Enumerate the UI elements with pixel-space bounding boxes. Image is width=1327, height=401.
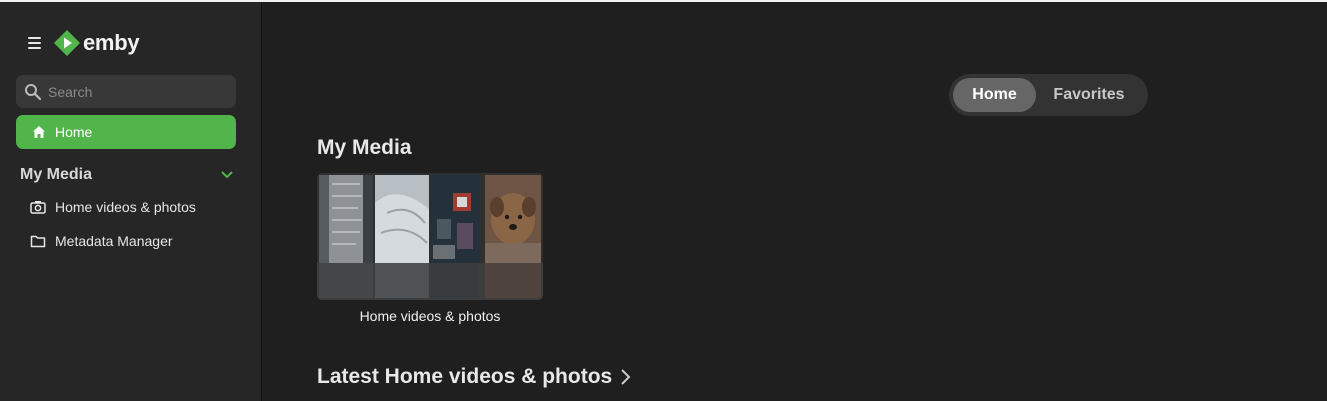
sidebar-item-label: Home videos & photos xyxy=(55,199,196,215)
hamburger-menu-icon[interactable] xyxy=(24,32,46,54)
my-media-section-toggle[interactable]: My Media xyxy=(20,164,234,186)
library-card-title[interactable]: Home videos & photos xyxy=(317,308,543,324)
sidebar-item-label: Metadata Manager xyxy=(55,233,173,249)
emby-logo-icon xyxy=(54,30,80,56)
home-icon xyxy=(33,126,45,138)
section-title: My Media xyxy=(20,166,93,183)
search-box[interactable] xyxy=(16,75,236,108)
folder-icon xyxy=(30,235,46,248)
sidebar: emby Home My Media Home videos & photos xyxy=(0,2,262,401)
chevron-right-icon xyxy=(621,369,631,385)
latest-section-heading[interactable]: Latest Home videos & photos xyxy=(317,365,632,389)
sidebar-item-home[interactable]: Home xyxy=(16,115,236,149)
sidebar-item-label: Home xyxy=(55,124,93,140)
library-card-image[interactable] xyxy=(317,173,543,300)
chevron-down-icon xyxy=(221,171,233,179)
sidebar-item-metadata-manager[interactable]: Metadata Manager xyxy=(30,228,236,254)
latest-section-title: Latest Home videos & photos xyxy=(317,365,613,388)
tab-home[interactable]: Home xyxy=(953,78,1036,112)
search-icon xyxy=(25,83,42,100)
library-collage-image xyxy=(317,173,543,300)
emby-logo[interactable]: emby xyxy=(54,29,140,57)
my-media-heading: My Media xyxy=(317,136,412,159)
library-card-home-videos[interactable]: Home videos & photos xyxy=(317,173,543,324)
camera-icon xyxy=(30,201,46,214)
brand-name: emby xyxy=(83,30,140,55)
sidebar-item-home-videos[interactable]: Home videos & photos xyxy=(30,194,236,220)
tab-favorites[interactable]: Favorites xyxy=(1036,78,1142,112)
main-content: Home Favorites My Media Home videos & ph… xyxy=(263,2,1327,401)
search-input[interactable] xyxy=(48,83,228,100)
home-tabs: Home Favorites xyxy=(949,74,1148,116)
